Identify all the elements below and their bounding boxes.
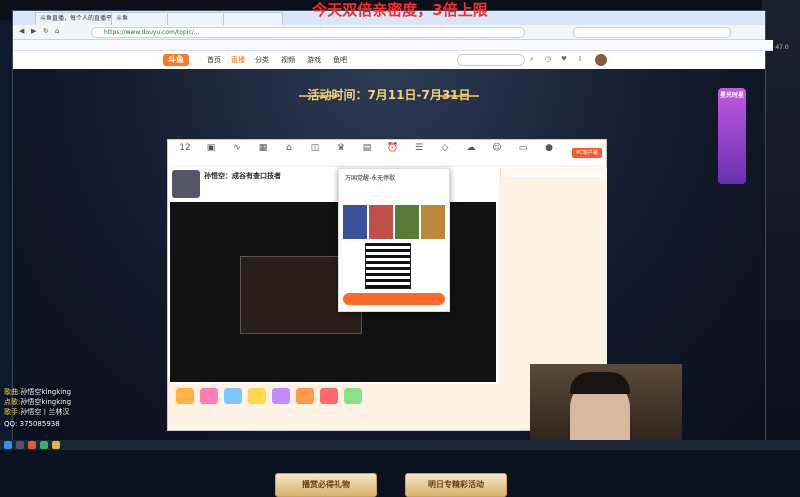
popup-title: 万国觉醒-永无停歇 xyxy=(345,175,396,182)
diamond-icon: ◇ xyxy=(441,143,449,153)
music-row: 歌曲:孙悟空kingking xyxy=(4,388,72,396)
chat-icon: ▤ xyxy=(362,143,372,153)
site-navbar: 斗鱼 首页 直播 分类 视频 游戏 鱼吧 ⌕ ◷ ♥ ⇩ xyxy=(13,51,765,70)
tool-group[interactable]: ☺ xyxy=(484,142,510,164)
gift-item[interactable] xyxy=(176,388,194,404)
record-icon: ● xyxy=(545,143,553,153)
music-row: 点歌:孙悟空kingking xyxy=(4,398,72,406)
bookmarks-bar[interactable] xyxy=(13,40,773,51)
video-player[interactable]: 孙悟空：成谷有查口技者 万国觉醒-永无停歇 xyxy=(170,168,496,382)
nav-link-game[interactable]: 游戏 xyxy=(307,55,321,65)
download-popup: 万国觉醒-永无停歇 xyxy=(338,168,450,312)
forward-icon[interactable]: ▶ xyxy=(31,27,36,35)
popup-thumb xyxy=(369,205,393,239)
tool-box[interactable]: ◫ xyxy=(302,142,328,164)
nav-link-live[interactable]: 直播 xyxy=(231,55,245,65)
tool-alarm[interactable]: ⏰ xyxy=(380,142,406,164)
download-icon[interactable]: ⇩ xyxy=(575,54,585,65)
reward-button[interactable]: 播赏必得礼物 xyxy=(275,473,377,497)
box-icon: ◫ xyxy=(310,143,320,153)
gift-item[interactable] xyxy=(224,388,242,404)
event-button[interactable]: 明日专精彩活动 xyxy=(405,473,507,497)
tool-record[interactable]: ● xyxy=(536,142,562,164)
taskbar-app-icon[interactable] xyxy=(28,441,36,449)
wave-icon: ∿ xyxy=(233,143,241,153)
streamer-hair xyxy=(570,372,630,394)
taskbar-app-icon[interactable] xyxy=(52,441,60,449)
tool-gift[interactable]: ▣ xyxy=(198,142,224,164)
refresh-icon[interactable]: ↻ xyxy=(43,27,49,35)
pc-client-button[interactable]: PC客户端 xyxy=(572,148,602,158)
tool-badge[interactable]: ♛ xyxy=(328,142,354,164)
music-row: 歌手:孙悟空丨兰林汉 xyxy=(4,408,70,416)
overlay-title: 今天双倍亲密度，3倍上限 xyxy=(312,1,488,19)
tool-chat[interactable]: ▤ xyxy=(354,142,380,164)
alarm-icon: ⏰ xyxy=(387,143,399,153)
qr-code-icon xyxy=(365,243,411,289)
nav-link-fishbar[interactable]: 鱼吧 xyxy=(333,55,347,65)
group-icon: ☺ xyxy=(492,143,502,153)
nav-link-video[interactable]: 视频 xyxy=(281,55,295,65)
gift-item[interactable] xyxy=(320,388,338,404)
site-search-input[interactable] xyxy=(457,54,525,66)
popup-thumb xyxy=(421,205,445,239)
popup-download-button[interactable] xyxy=(343,293,445,305)
nav-link-home[interactable]: 首页 xyxy=(207,55,221,65)
site-logo[interactable]: 斗鱼 xyxy=(163,54,189,66)
search-icon[interactable]: ⌕ xyxy=(527,54,537,65)
streamer-avatar[interactable] xyxy=(172,170,200,198)
tool-audio[interactable]: ∿ xyxy=(224,142,250,164)
tool-shop[interactable]: ⌂ xyxy=(276,142,302,164)
tool-vip[interactable]: ◇ xyxy=(432,142,458,164)
history-icon[interactable]: ◷ xyxy=(543,54,553,65)
tool-cloud[interactable]: ☁ xyxy=(458,142,484,164)
follow-icon[interactable]: ♥ xyxy=(559,54,569,65)
gift-icon: ▣ xyxy=(206,143,216,153)
tool-screen[interactable]: ▭ xyxy=(510,142,536,164)
calendar-icon: ▦ xyxy=(258,143,268,153)
stream-title: 孙悟空：成谷有查口技者 xyxy=(204,172,281,180)
address-bar-row: ◀ ▶ ↻ ⌂ https://www.douyu.com/topic/... xyxy=(13,25,765,40)
list-icon: ☰ xyxy=(414,143,424,153)
desktop-right-strip xyxy=(762,0,800,450)
promo-badge[interactable]: 星光时星 xyxy=(718,88,746,184)
event-time-banner: 活动时间：7月11日-7月31日 xyxy=(307,88,471,102)
badge-icon: ♛ xyxy=(336,143,346,153)
start-icon[interactable] xyxy=(4,441,12,449)
gift-item[interactable] xyxy=(272,388,290,404)
popup-thumb xyxy=(343,205,367,239)
promo-text: 星光时星 xyxy=(719,92,744,99)
gift-item[interactable] xyxy=(248,388,266,404)
back-icon[interactable]: ◀ xyxy=(19,27,24,35)
cloud-icon: ☁ xyxy=(466,143,476,153)
taskbar xyxy=(0,440,800,450)
taskbar-app-icon[interactable] xyxy=(40,441,48,449)
gift-item[interactable] xyxy=(344,388,362,404)
shop-icon: ⌂ xyxy=(286,143,292,153)
screen-icon: ▭ xyxy=(518,143,528,153)
tool-list[interactable]: ☰ xyxy=(406,142,432,164)
gift-item[interactable] xyxy=(296,388,314,404)
tool-calendar[interactable]: ▦ xyxy=(250,142,276,164)
popup-thumb xyxy=(395,205,419,239)
webcam-feed xyxy=(530,364,682,450)
panel-toolbar: 12 ▣ ∿ ▦ ⌂ ◫ ♛ ▤ ⏰ ☰ ◇ ☁ ☺ ▭ ● PC客户端 xyxy=(168,140,606,167)
user-avatar[interactable] xyxy=(595,54,607,66)
home-icon[interactable]: ⌂ xyxy=(55,27,59,35)
taskbar-app-icon[interactable] xyxy=(16,441,24,449)
gift-item[interactable] xyxy=(200,388,218,404)
viewer-count: 12 xyxy=(179,143,191,153)
nav-link-category[interactable]: 分类 xyxy=(255,55,269,65)
url-field[interactable]: https://www.douyu.com/topic/... xyxy=(91,27,525,38)
qq-contact: QQ: 375085938 xyxy=(4,420,60,428)
browser-search-input[interactable] xyxy=(573,27,731,38)
